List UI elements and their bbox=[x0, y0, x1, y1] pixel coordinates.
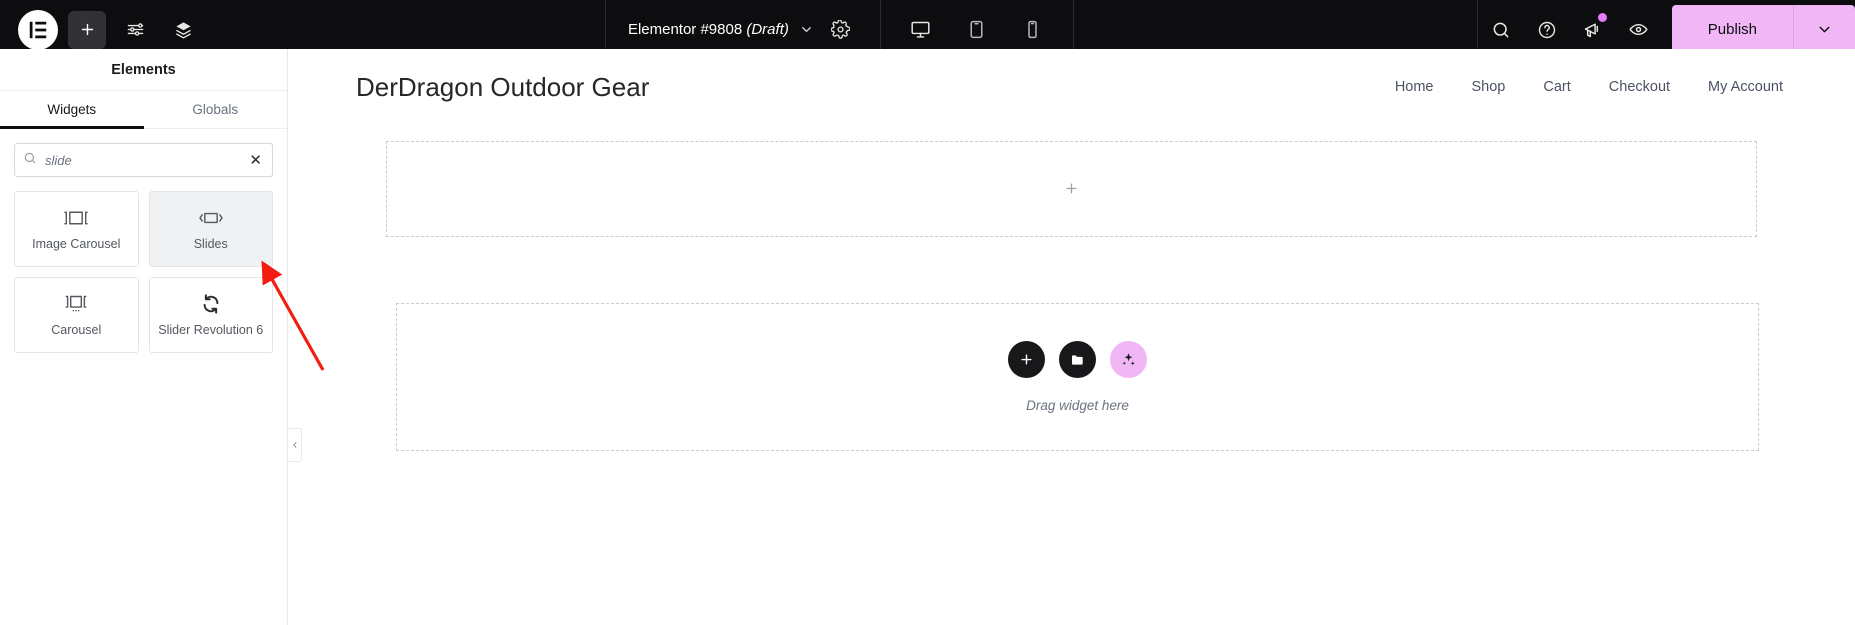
folder-icon[interactable] bbox=[1059, 341, 1096, 378]
nav-link-my-account[interactable]: My Account bbox=[1708, 79, 1783, 95]
add-element-button[interactable] bbox=[68, 10, 106, 49]
publish-group: Publish bbox=[1671, 5, 1855, 54]
site-title: DerDragon Outdoor Gear bbox=[356, 71, 650, 102]
carousel-icon bbox=[61, 294, 91, 314]
add-element-button[interactable] bbox=[1008, 341, 1045, 378]
widget-label: Image Carousel bbox=[32, 236, 121, 251]
panel-title: Elements bbox=[0, 49, 287, 91]
drop-zone-buttons bbox=[1008, 341, 1147, 378]
panel-tabs: Widgets Globals bbox=[0, 91, 287, 129]
notification-badge bbox=[1597, 13, 1607, 22]
widget-label: Slides bbox=[193, 236, 228, 251]
widget-search-wrap: ✕ bbox=[0, 129, 287, 187]
slider-revolution-icon bbox=[200, 293, 222, 314]
sparkles-icon[interactable] bbox=[1110, 341, 1147, 378]
tab-widgets[interactable]: Widgets bbox=[0, 91, 144, 129]
publish-options-chevron-down-icon[interactable] bbox=[1793, 5, 1855, 54]
drop-zone-label: Drag widget here bbox=[1026, 398, 1129, 413]
widget-label: Slider Revolution 6 bbox=[158, 322, 264, 337]
structure-layers-icon[interactable] bbox=[164, 11, 202, 49]
document-title-text: Elementor #9808 bbox=[627, 21, 743, 38]
document-title: Elementor #9808 (Draft) bbox=[628, 21, 789, 38]
widget-card-image-carousel[interactable]: Image Carousel bbox=[14, 191, 139, 267]
site-header: DerDragon Outdoor Gear Home Shop Cart Ch… bbox=[288, 49, 1855, 125]
plus-icon[interactable] bbox=[1064, 178, 1079, 200]
close-icon[interactable]: ✕ bbox=[247, 153, 264, 168]
nav-link-cart[interactable]: Cart bbox=[1543, 79, 1570, 95]
site-settings-icon[interactable] bbox=[116, 11, 154, 49]
document-status: (Draft) bbox=[746, 21, 789, 38]
site-navigation: Home Shop Cart Checkout My Account bbox=[1395, 79, 1783, 95]
widget-label: Carousel bbox=[51, 322, 102, 337]
elementor-editor: Elementor #9808 (Draft) Publish Elements… bbox=[0, 0, 1855, 625]
drag-widget-drop-zone[interactable]: Drag widget here bbox=[396, 303, 1759, 451]
empty-section-placeholder[interactable] bbox=[386, 141, 1757, 237]
tab-globals[interactable]: Globals bbox=[144, 91, 288, 128]
page-canvas: DerDragon Outdoor Gear Home Shop Cart Ch… bbox=[288, 49, 1855, 625]
widget-search-box[interactable]: ✕ bbox=[14, 143, 273, 177]
tab-globals-label: Globals bbox=[192, 102, 239, 117]
widget-card-slides[interactable]: Slides bbox=[148, 191, 273, 267]
elements-panel: Elements Widgets Globals ✕ bbox=[0, 49, 288, 625]
search-input[interactable] bbox=[45, 152, 240, 168]
tab-widgets-label: Widgets bbox=[47, 102, 97, 117]
widget-card-carousel[interactable]: Carousel bbox=[14, 277, 139, 353]
nav-link-home[interactable]: Home bbox=[1395, 79, 1434, 95]
search-icon bbox=[23, 151, 37, 170]
elementor-logo-icon[interactable] bbox=[18, 9, 58, 50]
image-carousel-icon bbox=[61, 208, 91, 228]
nav-link-checkout[interactable]: Checkout bbox=[1609, 79, 1670, 95]
widgets-grid: Image Carousel Slides Carousel Slider Re… bbox=[0, 187, 287, 367]
chevron-down-icon[interactable] bbox=[799, 22, 814, 37]
nav-link-shop[interactable]: Shop bbox=[1472, 79, 1506, 95]
widget-card-slider-revolution[interactable]: Slider Revolution 6 bbox=[148, 277, 273, 353]
gear-icon[interactable] bbox=[824, 13, 858, 47]
slides-icon bbox=[196, 208, 226, 228]
publish-button[interactable]: Publish bbox=[1671, 5, 1793, 54]
panel-collapse-chevron-left-icon[interactable] bbox=[288, 428, 302, 462]
